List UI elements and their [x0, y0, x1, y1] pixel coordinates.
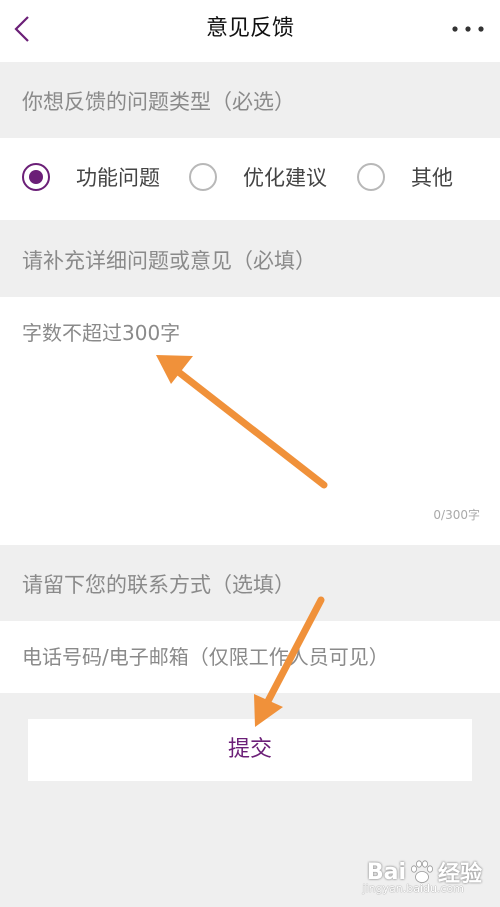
radio-label: 功能问题 — [76, 166, 160, 190]
radio-other[interactable]: 其他 — [357, 162, 453, 192]
more-button[interactable] — [448, 14, 488, 44]
page-title: 意见反馈 — [205, 16, 294, 41]
details-box: 字数不超过300字 0/300字 — [0, 297, 500, 545]
radio-label: 其他 — [411, 166, 453, 190]
submit-button[interactable]: 提交 — [28, 719, 472, 781]
radio-optimization-suggestion[interactable]: 优化建议 — [189, 162, 327, 192]
issue-type-options: 功能问题 优化建议 其他 — [0, 138, 500, 220]
radio-unselected-icon — [189, 163, 217, 191]
char-counter: 0/300字 — [433, 508, 480, 522]
contact-label: 请留下您的联系方式（选填） — [22, 573, 295, 597]
details-textarea[interactable]: 字数不超过300字 — [22, 317, 478, 497]
app-header: 意见反馈 — [0, 0, 500, 62]
contact-input[interactable]: 电话号码/电子邮箱（仅限工作人员可见） — [22, 641, 389, 670]
watermark-url: jingyan.baidu.com — [362, 882, 464, 895]
radio-function-issue[interactable]: 功能问题 — [22, 162, 160, 192]
radio-unselected-icon — [357, 163, 385, 191]
contact-box: 电话号码/电子邮箱（仅限工作人员可见） — [0, 621, 500, 693]
radio-label: 优化建议 — [243, 166, 327, 190]
radio-selected-icon — [22, 163, 50, 191]
watermark-brand-left: Bai — [366, 859, 406, 885]
more-dots-icon — [452, 26, 484, 32]
details-label: 请补充详细问题或意见（必填） — [22, 249, 316, 273]
issue-type-label: 你想反馈的问题类型（必选） — [22, 90, 295, 114]
